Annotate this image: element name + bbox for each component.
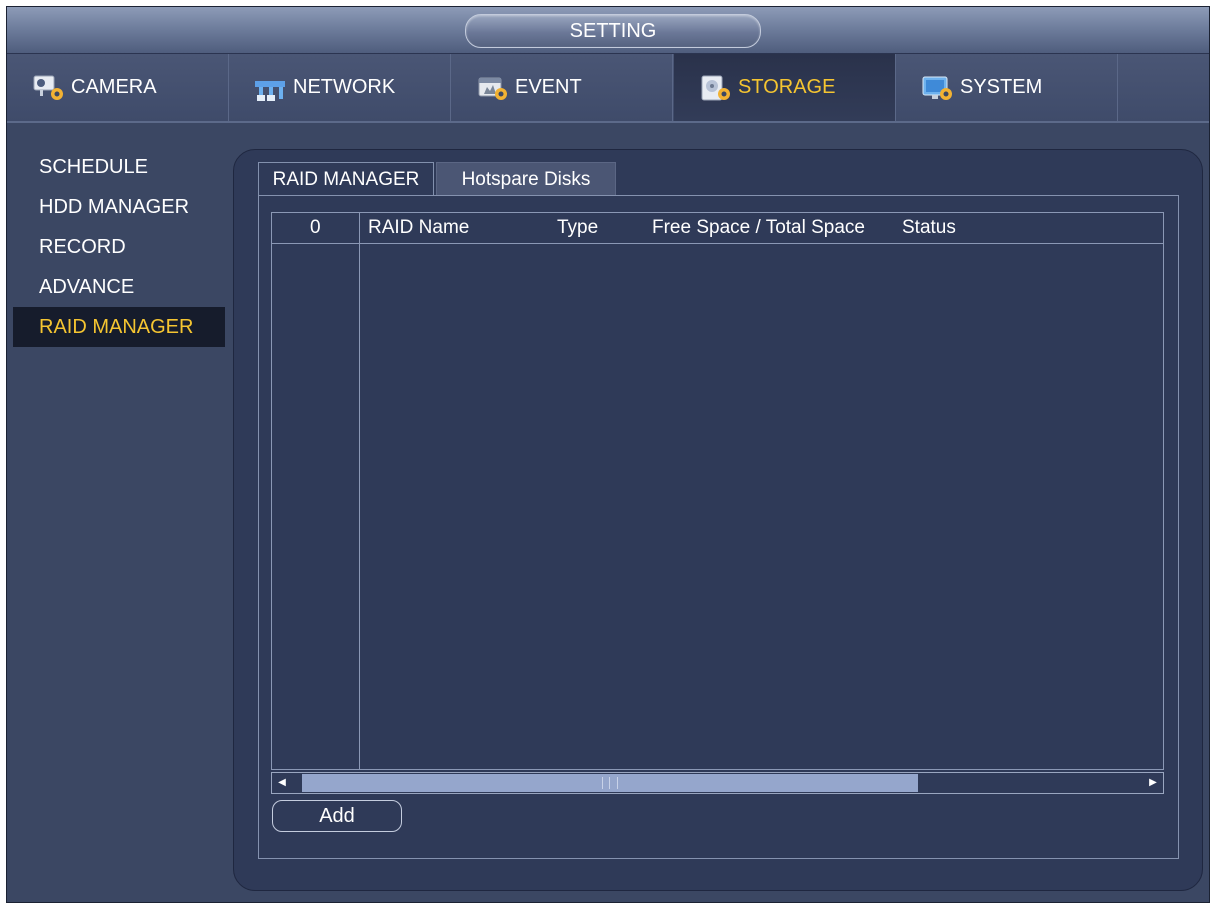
column-header-space[interactable]: Free Space / Total Space: [652, 213, 865, 243]
tab-label: NETWORK: [293, 76, 396, 98]
menu-item-record[interactable]: RECORD: [13, 227, 225, 267]
network-settings-icon: [253, 73, 289, 103]
tab-label: SYSTEM: [960, 76, 1043, 98]
grip-icon: [602, 777, 618, 789]
horizontal-scrollbar[interactable]: ◀ ▶: [271, 772, 1164, 794]
tab-label: STORAGE: [738, 76, 836, 98]
tab-system[interactable]: SYSTEM: [896, 54, 1118, 121]
menu-item-hdd-manager[interactable]: HDD MANAGER: [13, 187, 225, 227]
tab-hotspare-disks[interactable]: Hotspare Disks: [436, 162, 616, 196]
table-header: 0 RAID Name Type Free Space / Total Spac…: [272, 213, 1163, 244]
title-bar: SETTING: [7, 7, 1209, 54]
tab-storage[interactable]: STORAGE: [674, 54, 896, 121]
tab-label: CAMERA: [71, 76, 157, 98]
camera-settings-icon: [31, 73, 67, 103]
scroll-left-icon[interactable]: ◀: [272, 773, 292, 793]
column-header-index: 0: [310, 217, 321, 238]
system-settings-icon: [920, 73, 956, 103]
scrollbar-thumb[interactable]: [302, 774, 918, 792]
tab-raid-manager[interactable]: RAID MANAGER: [258, 162, 434, 196]
tab-camera[interactable]: CAMERA: [7, 54, 229, 121]
column-header-type[interactable]: Type: [557, 213, 598, 243]
column-header-raid-name[interactable]: RAID Name: [368, 213, 469, 243]
left-menu: SCHEDULE HDD MANAGER RECORD ADVANCE RAID…: [13, 147, 225, 347]
event-settings-icon: [475, 73, 511, 103]
add-button[interactable]: Add: [272, 800, 402, 832]
menu-item-advance[interactable]: ADVANCE: [13, 267, 225, 307]
menu-item-raid-manager[interactable]: RAID MANAGER: [13, 307, 225, 347]
window-title: SETTING: [465, 14, 761, 48]
tab-event[interactable]: EVENT: [451, 54, 673, 121]
menu-item-schedule[interactable]: SCHEDULE: [13, 147, 225, 187]
raid-table: 0 RAID Name Type Free Space / Total Spac…: [271, 212, 1164, 770]
tab-network[interactable]: NETWORK: [229, 54, 451, 121]
column-header-status[interactable]: Status: [902, 213, 956, 243]
storage-settings-icon: [698, 73, 734, 103]
column-divider: [359, 213, 360, 769]
scroll-right-icon[interactable]: ▶: [1143, 773, 1163, 793]
top-tab-bar: CAMERA NETWORK EVENT STORAGE SYSTEM: [7, 54, 1209, 123]
tab-label: EVENT: [515, 76, 582, 98]
